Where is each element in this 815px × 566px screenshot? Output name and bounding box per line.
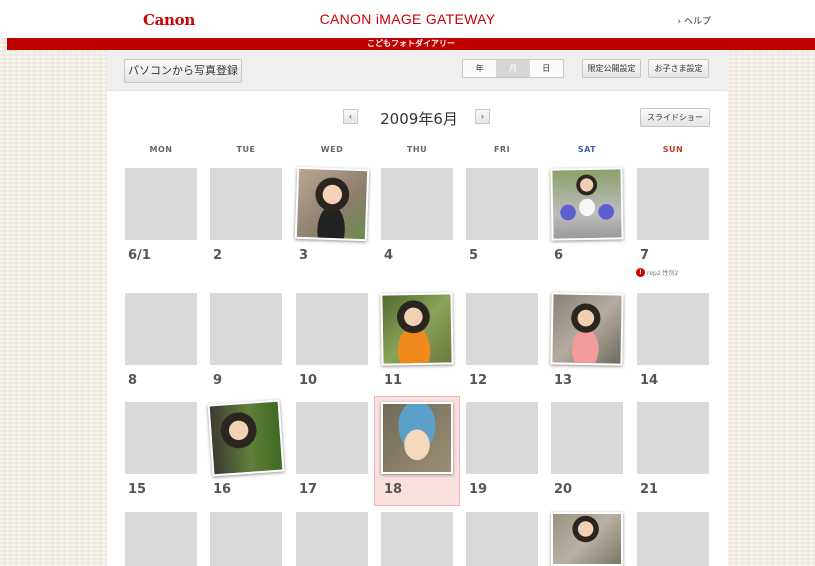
day-thumb-empty[interactable] [637, 168, 709, 240]
upload-from-pc-button[interactable]: パソコンから写真登録 [124, 59, 242, 83]
day-number: 14 [640, 373, 659, 388]
view-switcher: 年 月 日 [462, 59, 564, 78]
day-photo[interactable] [380, 292, 454, 366]
day-thumb-empty[interactable] [466, 293, 538, 365]
day-photo[interactable] [551, 512, 623, 566]
day-number: 16 [213, 482, 232, 497]
day-photo[interactable] [550, 167, 624, 241]
day-thumb-empty[interactable] [551, 402, 623, 474]
child-photo [382, 294, 452, 364]
weekday-fri: FRI [493, 145, 511, 154]
next-month-button[interactable]: › [475, 109, 490, 124]
view-year-tab[interactable]: 年 [463, 60, 496, 77]
day-thumb-empty[interactable] [296, 402, 368, 474]
day-photo[interactable] [381, 402, 453, 474]
day-thumb-empty[interactable] [210, 293, 282, 365]
weekday-wed: WED [320, 145, 344, 154]
day-thumb-empty[interactable] [466, 402, 538, 474]
day-number: 11 [384, 373, 403, 388]
day-thumb-empty[interactable] [125, 512, 197, 566]
day-thumb-empty[interactable] [210, 168, 282, 240]
day-thumb-empty[interactable] [125, 402, 197, 474]
day-number: 20 [554, 482, 573, 497]
day-number: 15 [128, 482, 147, 497]
day-number: 18 [384, 482, 403, 497]
toolbar: パソコンから写真登録 年 月 日 限定公開設定 お子さま設定 [107, 50, 728, 91]
public-settings-button[interactable]: 限定公開設定 [582, 59, 641, 78]
weekday-sun: SUN [662, 145, 684, 154]
day-number: 13 [554, 373, 573, 388]
slideshow-button[interactable]: スライドショー [640, 108, 710, 127]
help-link[interactable]: › ヘルプ [678, 14, 711, 27]
day-number: 6/1 [128, 248, 151, 263]
day-photo[interactable] [550, 292, 624, 366]
day-number: 17 [299, 482, 318, 497]
day-note-text: rep2 性別2 [647, 270, 679, 277]
day-photo[interactable] [294, 166, 370, 242]
day-thumb-empty[interactable] [296, 293, 368, 365]
day-thumb-empty[interactable] [381, 512, 453, 566]
day-number: 10 [299, 373, 318, 388]
day-number: 7 [640, 248, 650, 263]
day-number: 21 [640, 482, 659, 497]
day-number: 6 [554, 248, 564, 263]
view-day-tab[interactable]: 日 [530, 60, 563, 77]
day-thumb-empty[interactable] [210, 512, 282, 566]
day-number: 8 [128, 373, 138, 388]
child-photo [209, 401, 283, 475]
weekday-sat: SAT [577, 145, 597, 154]
day-thumb-empty[interactable] [466, 512, 538, 566]
day-number: 4 [384, 248, 394, 263]
day-thumb-empty[interactable] [637, 293, 709, 365]
day-number: 3 [299, 248, 309, 263]
day-photo[interactable] [207, 399, 285, 477]
weekday-mon: MON [149, 145, 173, 154]
child-photo [552, 169, 622, 239]
alert-icon: ! [636, 268, 645, 277]
child-settings-button[interactable]: お子さま設定 [648, 59, 709, 78]
weekday-thu: THU [406, 145, 428, 154]
day-number: 19 [469, 482, 488, 497]
child-photo [552, 294, 622, 364]
service-title-bar: こどもフォトダイアリー [7, 38, 815, 50]
service-title: こどもフォトダイアリー [367, 39, 455, 48]
day-number: 5 [469, 248, 479, 263]
day-number: 9 [213, 373, 223, 388]
day-thumb-empty[interactable] [296, 512, 368, 566]
view-month-tab[interactable]: 月 [496, 60, 530, 77]
day-number: 2 [213, 248, 223, 263]
child-photo [383, 404, 451, 472]
top-header: Canon CANON iMAGE GATEWAY › ヘルプ [0, 0, 815, 38]
day-thumb-empty[interactable] [466, 168, 538, 240]
day-thumb-empty[interactable] [125, 168, 197, 240]
day-note[interactable]: ! rep2 性別2 [636, 268, 678, 277]
prev-month-button[interactable]: ‹ [343, 109, 358, 124]
weekday-tue: TUE [236, 145, 256, 154]
day-number: 12 [469, 373, 488, 388]
child-photo [553, 514, 621, 564]
day-thumb-empty[interactable] [637, 402, 709, 474]
day-thumb-empty[interactable] [125, 293, 197, 365]
child-photo [296, 168, 368, 240]
day-thumb-empty[interactable] [381, 168, 453, 240]
month-title: 2009年6月 [380, 110, 458, 128]
day-thumb-empty[interactable] [637, 512, 709, 566]
